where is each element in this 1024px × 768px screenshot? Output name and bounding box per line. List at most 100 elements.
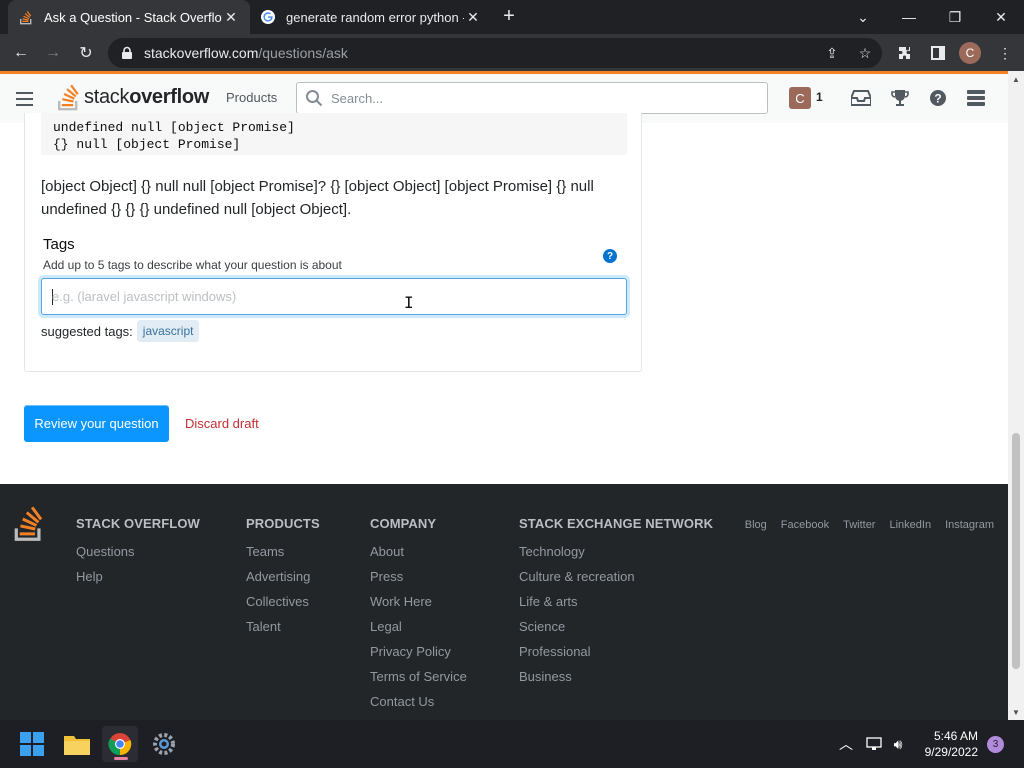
footer-link-technology[interactable]: Technology: [519, 544, 713, 560]
footer-link-contact-us[interactable]: Contact Us: [370, 694, 467, 710]
footer-link-science[interactable]: Science: [519, 619, 713, 635]
minimize-icon[interactable]: —: [886, 0, 932, 34]
scrollbar-thumb[interactable]: [1012, 433, 1020, 669]
footer-link-questions[interactable]: Questions: [76, 544, 200, 560]
search-placeholder: Search...: [331, 90, 384, 106]
footer-link-collectives[interactable]: Collectives: [246, 594, 320, 610]
footer-link-professional[interactable]: Professional: [519, 644, 713, 660]
scroll-up-arrow-icon[interactable]: ▲: [1008, 71, 1024, 87]
close-tab-icon[interactable]: ✕: [464, 8, 482, 26]
url-host: stackoverflow.com: [144, 45, 259, 61]
help-question-icon[interactable]: ?: [926, 87, 950, 109]
url-path: /questions/ask: [258, 45, 348, 61]
footer-link-advertising[interactable]: Advertising: [246, 569, 320, 585]
taskbar-clock[interactable]: 5:46 AM 9/29/2022: [912, 728, 978, 760]
share-icon[interactable]: ⇪: [820, 38, 844, 68]
page-scrollbar[interactable]: ▲ ▼: [1008, 71, 1024, 720]
close-tab-icon[interactable]: ✕: [222, 8, 240, 26]
clock-time: 5:46 AM: [933, 729, 978, 743]
browser-tab-strip: Ask a Question - Stack Overflow ✕ genera…: [0, 0, 1024, 34]
search-icon: [306, 90, 323, 107]
products-link[interactable]: Products: [216, 84, 287, 111]
svg-text:?: ?: [934, 92, 941, 106]
tags-description: Add up to 5 tags to describe what your q…: [43, 258, 342, 272]
social-link-twitter[interactable]: Twitter: [843, 519, 875, 531]
restore-icon[interactable]: ❐: [932, 0, 978, 34]
site-switcher-icon[interactable]: [964, 87, 988, 109]
footer-heading: STACK EXCHANGE NETWORK: [519, 516, 714, 531]
footer-logo-icon[interactable]: [12, 504, 44, 545]
code-line: {} null [object Promise]: [53, 137, 241, 152]
suggested-tag-javascript[interactable]: javascript: [136, 320, 200, 342]
scroll-down-arrow-icon[interactable]: ▼: [1008, 704, 1024, 720]
tray-overflow-chevron-icon[interactable]: ︿: [836, 734, 856, 754]
profile-avatar[interactable]: C: [959, 42, 981, 64]
footer-link-about[interactable]: About: [370, 544, 467, 560]
tab-search-chevron-icon[interactable]: ⌄: [840, 0, 886, 34]
social-link-instagram[interactable]: Instagram: [945, 519, 994, 531]
footer-link-work-here[interactable]: Work Here: [370, 594, 467, 610]
footer-link-legal[interactable]: Legal: [370, 619, 467, 635]
volume-icon[interactable]: 🔊︎: [888, 734, 908, 754]
notification-badge[interactable]: 3: [987, 736, 1004, 753]
social-link-blog[interactable]: Blog: [745, 519, 767, 531]
social-link-facebook[interactable]: Facebook: [781, 519, 829, 531]
tags-input[interactable]: e.g. (laravel javascript windows): [41, 278, 627, 315]
footer-social-links: Blog Facebook Twitter LinkedIn Instagram: [731, 519, 994, 531]
chrome-taskbar-icon[interactable]: [102, 726, 138, 762]
achievements-trophy-icon[interactable]: [888, 87, 912, 109]
footer-col-products: PRODUCTS Teams Advertising Collectives T…: [246, 516, 320, 644]
tab-ask-question[interactable]: Ask a Question - Stack Overflow ✕: [8, 0, 250, 34]
logo-text-bold: overflow: [129, 85, 210, 108]
footer-link-teams[interactable]: Teams: [246, 544, 320, 560]
tags-help-icon[interactable]: ?: [603, 249, 617, 263]
footer-link-press[interactable]: Press: [370, 569, 467, 585]
footer-link-privacy-policy[interactable]: Privacy Policy: [370, 644, 467, 660]
footer-link-culture-recreation[interactable]: Culture & recreation: [519, 569, 713, 585]
inbox-icon[interactable]: [849, 87, 873, 109]
footer-link-business[interactable]: Business: [519, 669, 713, 685]
tab-title: Ask a Question - Stack Overflow: [44, 9, 222, 25]
forward-arrow-icon[interactable]: →: [40, 40, 66, 66]
google-favicon-icon: [260, 9, 276, 25]
address-bar[interactable]: stackoverflow.com/questions/ask ⇪ ☆: [108, 38, 882, 68]
question-form-card: undefined null [object Promise] {} null …: [24, 113, 642, 372]
network-icon[interactable]: [864, 734, 884, 754]
close-window-icon[interactable]: ✕: [978, 0, 1024, 34]
footer-link-life-arts[interactable]: Life & arts: [519, 594, 713, 610]
social-link-linkedin[interactable]: LinkedIn: [889, 519, 931, 531]
kebab-menu-icon[interactable]: ⋮: [992, 40, 1018, 66]
tab-google-search[interactable]: generate random error python - ✕: [250, 0, 492, 34]
bookmark-star-icon[interactable]: ☆: [853, 38, 877, 68]
footer-col-network: STACK EXCHANGE NETWORK Technology Cultur…: [519, 516, 713, 694]
search-input[interactable]: Search...: [296, 82, 768, 114]
side-panel-icon[interactable]: [925, 40, 951, 66]
settings-gear-icon[interactable]: [146, 726, 182, 762]
url-text: stackoverflow.com/questions/ask: [144, 45, 348, 61]
browser-toolbar: ← → ↻ stackoverflow.com/questions/ask ⇪ …: [0, 34, 1024, 71]
discard-draft-button[interactable]: Discard draft: [178, 405, 266, 442]
logo-text-light: stack: [84, 85, 130, 108]
footer-col-company: COMPANY About Press Work Here Legal Priv…: [370, 516, 467, 719]
footer-link-help[interactable]: Help: [76, 569, 200, 585]
tags-placeholder: e.g. (laravel javascript windows): [52, 289, 237, 304]
footer-heading: COMPANY: [370, 516, 437, 531]
tab-title: generate random error python -: [286, 9, 464, 25]
file-explorer-icon[interactable]: [59, 726, 95, 762]
review-question-button[interactable]: Review your question: [24, 405, 169, 442]
footer-link-talent[interactable]: Talent: [246, 619, 320, 635]
windows-start-icon[interactable]: [14, 726, 50, 762]
new-tab-plus-icon[interactable]: +: [498, 6, 520, 28]
stackoverflow-logo[interactable]: stackoverflow: [56, 81, 209, 113]
suggested-tags: suggested tags: javascript: [41, 320, 200, 342]
back-arrow-icon[interactable]: ←: [8, 40, 34, 66]
reload-icon[interactable]: ↻: [73, 40, 99, 66]
text-cursor-ibeam-icon: I: [404, 293, 414, 312]
extensions-puzzle-icon[interactable]: [892, 40, 918, 66]
footer-heading: PRODUCTS: [246, 516, 320, 531]
user-avatar[interactable]: C: [789, 87, 811, 109]
hamburger-menu-icon[interactable]: [16, 92, 33, 106]
footer-link-terms-of-service[interactable]: Terms of Service: [370, 669, 467, 685]
stackoverflow-favicon-icon: [18, 9, 34, 25]
tags-label: Tags: [43, 236, 75, 253]
